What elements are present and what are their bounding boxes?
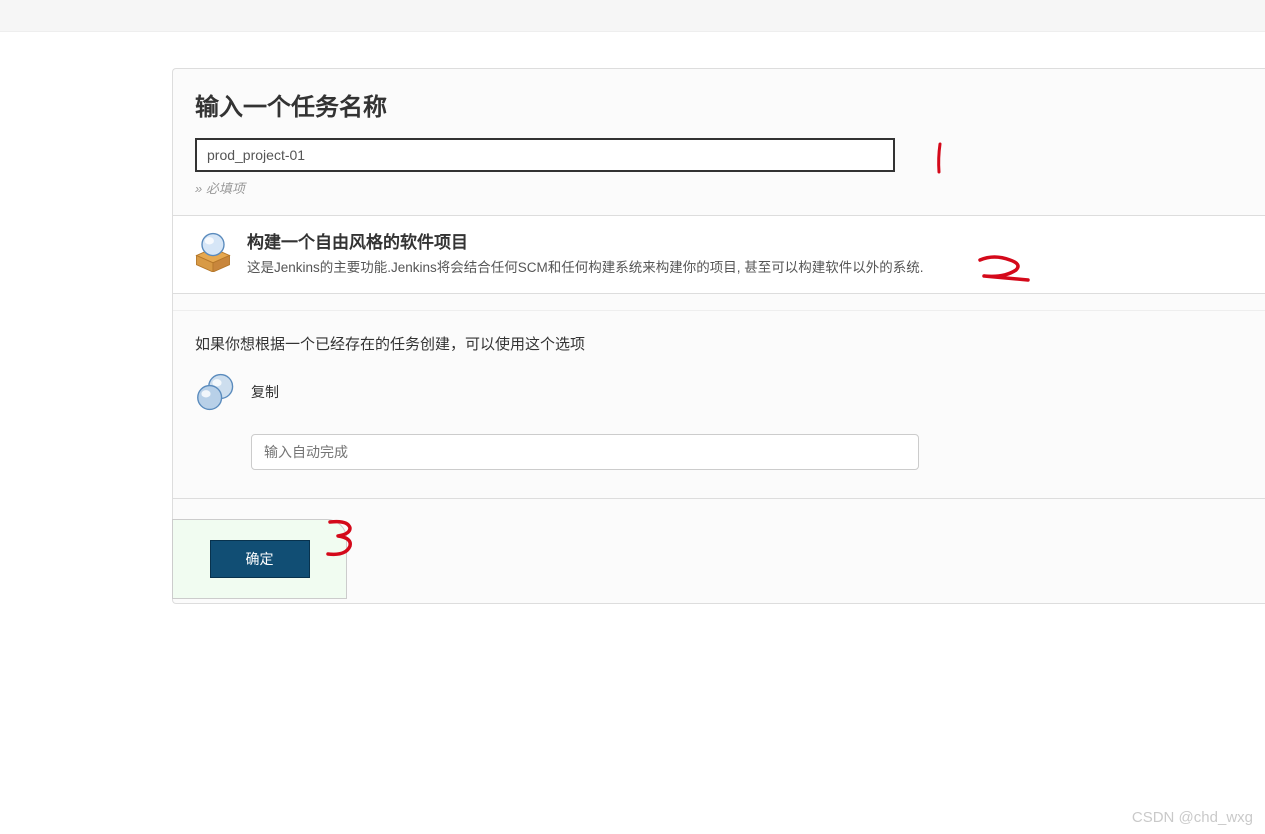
watermark: CSDN @chd_wxg [1132, 809, 1253, 826]
copy-from-input[interactable] [251, 434, 919, 470]
required-note: » 必填项 [195, 178, 1243, 197]
footer-bar: 确定 [173, 498, 1265, 603]
job-type-title: 构建一个自由风格的软件项目 [247, 228, 1247, 253]
freestyle-project-icon [191, 228, 235, 272]
ok-button-wrap: 确定 [172, 519, 347, 599]
job-type-freestyle[interactable]: 构建一个自由风格的软件项目 这是Jenkins的主要功能.Jenkins将会结合… [172, 215, 1265, 294]
ok-button[interactable]: 确定 [210, 540, 310, 578]
job-type-description: 这是Jenkins的主要功能.Jenkins将会结合任何SCM和任何构建系统来构… [247, 257, 1247, 279]
job-type-text: 构建一个自由风格的软件项目 这是Jenkins的主要功能.Jenkins将会结合… [247, 228, 1247, 279]
job-name-input[interactable] [195, 138, 895, 172]
copy-col: 复制 [251, 370, 1243, 424]
copy-label: 复制 [251, 382, 1243, 402]
name-section: 输入一个任务名称 » 必填项 [173, 69, 1265, 203]
new-job-panel: 输入一个任务名称 » 必填项 构建一个自由风格的软件项目 这是Jenkins的主… [172, 68, 1265, 604]
copy-hint: 如果你想根据一个已经存在的任务创建，可以使用这个选项 [195, 333, 1243, 354]
copy-section: 如果你想根据一个已经存在的任务创建，可以使用这个选项 复制 [173, 310, 1265, 490]
copy-icon [195, 370, 239, 414]
copy-row: 复制 [195, 370, 1243, 424]
page-title: 输入一个任务名称 [195, 87, 1243, 122]
top-strip [0, 0, 1265, 32]
